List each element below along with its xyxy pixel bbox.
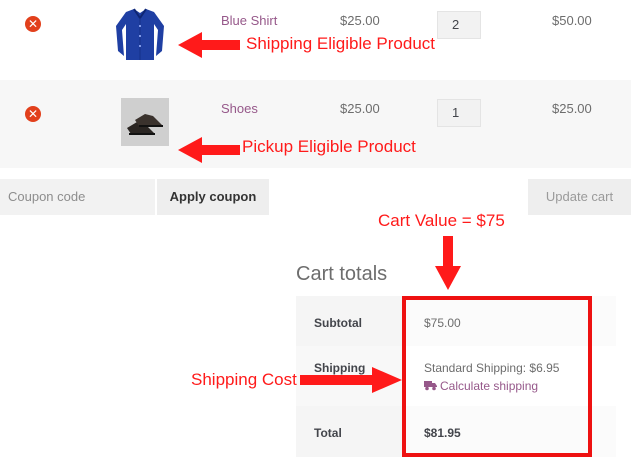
cart-row: ✕ Blue Shirt $25.00 2 $50.00 Shipping El… xyxy=(0,0,631,80)
annotation-shipping-eligible: Shipping Eligible Product xyxy=(246,34,436,53)
total-label: Total xyxy=(314,426,342,440)
annotation-arrow-down xyxy=(435,236,461,290)
product-price: $25.00 xyxy=(340,13,380,28)
subtotal-label: Subtotal xyxy=(314,316,362,330)
annotation-shipping-cost: Shipping Cost xyxy=(191,370,297,389)
product-price: $25.00 xyxy=(340,101,380,116)
blue-shirt-image xyxy=(116,8,164,60)
apply-coupon-button[interactable]: Apply coupon xyxy=(157,179,269,215)
shoes-image xyxy=(121,98,169,146)
update-cart-button[interactable]: Update cart xyxy=(528,179,631,215)
annotation-cart-value: Cart Value = $75 xyxy=(378,211,505,230)
cart-totals-heading: Cart totals xyxy=(296,263,388,285)
cart-row: ✕ Shoes $25.00 1 $25.00 Pickup Eligible … xyxy=(0,80,631,168)
highlight-box xyxy=(402,296,592,457)
quantity-input[interactable]: 2 xyxy=(437,11,481,39)
product-subtotal: $50.00 xyxy=(552,13,592,28)
product-name-link[interactable]: Blue Shirt xyxy=(221,13,277,28)
annotation-arrow-left xyxy=(178,137,240,163)
annotation-pickup-eligible: Pickup Eligible Product xyxy=(242,137,416,156)
product-thumbnail[interactable] xyxy=(112,6,168,62)
annotation-arrow-left xyxy=(178,32,240,58)
quantity-input[interactable]: 1 xyxy=(437,99,481,127)
coupon-code-input[interactable]: Coupon code xyxy=(0,179,155,215)
total-label-cell xyxy=(296,406,404,457)
product-subtotal: $25.00 xyxy=(552,101,592,116)
remove-item-icon[interactable]: ✕ xyxy=(25,106,41,122)
product-thumbnail[interactable] xyxy=(121,98,169,146)
annotation-arrow-right xyxy=(300,367,402,393)
remove-item-icon[interactable]: ✕ xyxy=(25,16,41,32)
product-name-link[interactable]: Shoes xyxy=(221,101,258,116)
